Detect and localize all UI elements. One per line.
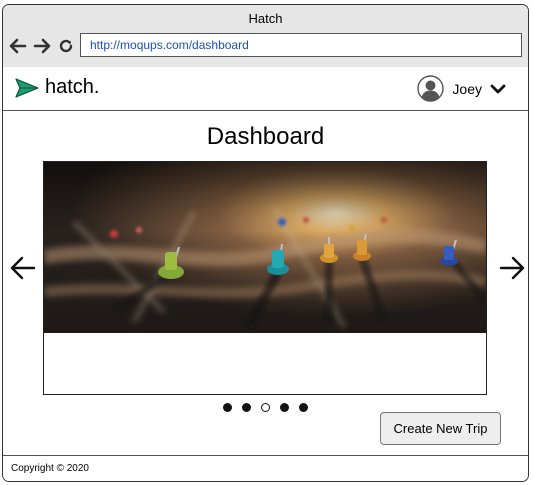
reload-button[interactable] xyxy=(57,37,75,55)
browser-titlebar: Hatch http://moqups.com/dashboard xyxy=(3,5,528,68)
carousel-prev-icon xyxy=(10,256,36,280)
browser-nav-buttons xyxy=(9,35,75,57)
browser-window: Hatch http://moqups.com/dashboard hatch.… xyxy=(2,4,529,482)
carousel xyxy=(43,161,487,395)
back-button[interactable] xyxy=(9,37,27,55)
address-bar[interactable]: http://moqups.com/dashboard xyxy=(80,33,522,57)
copyright-text: Copyright © 2020 xyxy=(11,463,89,474)
user-menu[interactable]: Joey xyxy=(417,75,506,102)
carousel-dot[interactable] xyxy=(223,403,232,412)
arrow-right-icon xyxy=(33,38,51,54)
window-title: Hatch xyxy=(248,11,283,26)
carousel-dot[interactable] xyxy=(280,403,289,412)
carousel-dot-active[interactable] xyxy=(261,403,270,412)
avatar-icon xyxy=(417,75,445,102)
chevron-down-icon xyxy=(490,84,506,93)
app-header: hatch. Joey xyxy=(3,67,528,111)
arrow-left-icon xyxy=(9,38,27,54)
carousel-dot[interactable] xyxy=(242,403,251,412)
paper-plane-icon xyxy=(15,77,39,98)
carousel-indicators xyxy=(3,403,528,412)
map-with-pins-photo xyxy=(44,162,486,333)
refresh-icon xyxy=(59,39,73,53)
carousel-prev-button[interactable] xyxy=(9,254,37,282)
logo[interactable]: hatch. xyxy=(15,76,99,99)
dashboard-main: Dashboard Create New Trip xyxy=(3,111,528,455)
page-title: Dashboard xyxy=(206,123,325,150)
footer: Copyright © 2020 xyxy=(3,455,528,481)
forward-button[interactable] xyxy=(33,37,51,55)
logo-text: hatch. xyxy=(45,76,100,98)
carousel-next-button[interactable] xyxy=(498,254,526,282)
user-name: Joey xyxy=(452,80,482,97)
carousel-next-icon xyxy=(499,256,525,280)
carousel-dot[interactable] xyxy=(299,403,308,412)
carousel-slide-image xyxy=(44,162,486,333)
create-new-trip-button[interactable]: Create New Trip xyxy=(380,412,501,445)
